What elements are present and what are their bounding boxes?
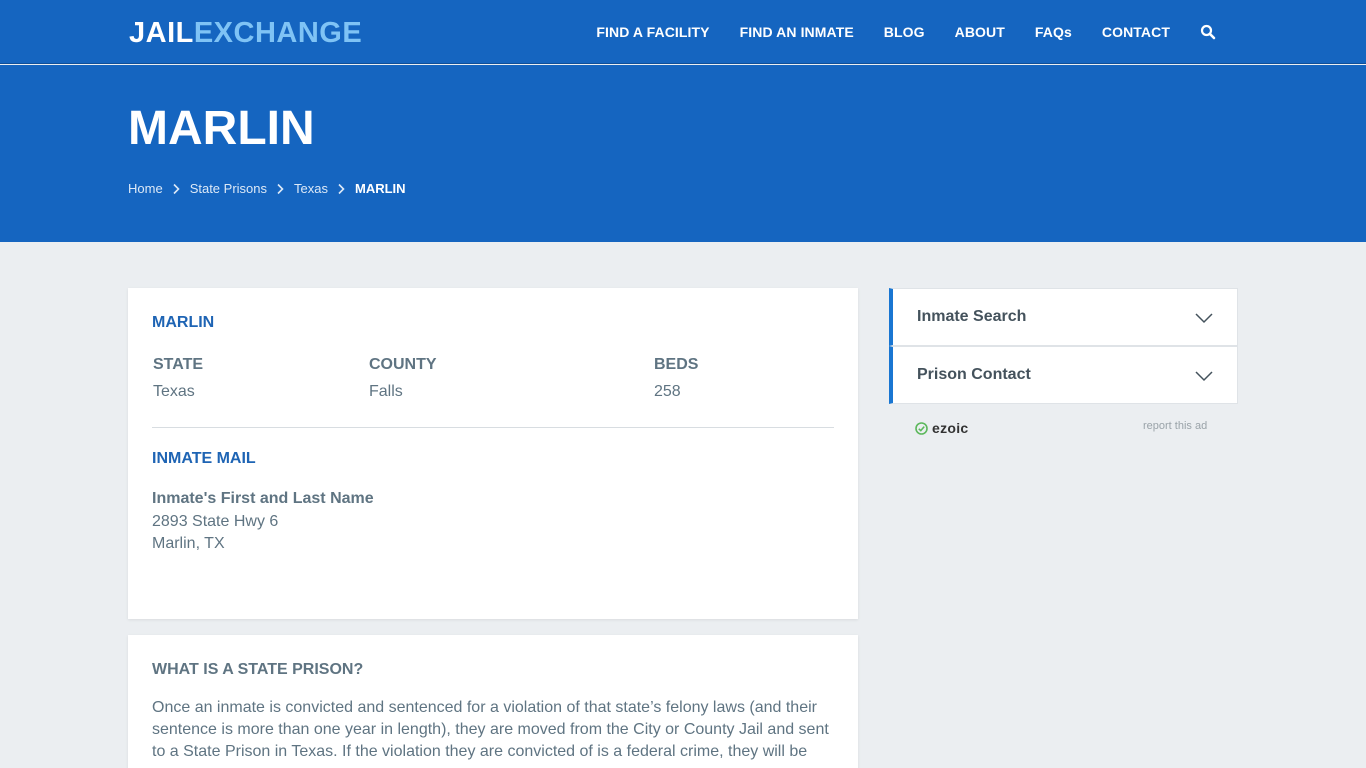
state-value: Texas	[153, 383, 195, 400]
page-hero: MARLIN Home State Prisons Texas MARLIN	[0, 65, 1366, 242]
menu-contact[interactable]: CONTACT	[1102, 24, 1170, 40]
menu-find-facility[interactable]: FIND A FACILITY	[596, 24, 709, 40]
state-prison-info-card: WHAT IS A STATE PRISON? Once an inmate i…	[128, 635, 858, 768]
ezoic-brand: ezoic	[932, 420, 969, 436]
info-body: Once an inmate is convicted and sentence…	[152, 699, 829, 760]
chevron-right-icon	[336, 183, 346, 195]
logo-text-jail: JAIL	[129, 17, 194, 49]
logo-text-exchange: EXCHANGE	[193, 17, 363, 49]
menu-blog[interactable]: BLOG	[884, 24, 925, 40]
chevron-down-icon	[1195, 311, 1213, 324]
chevron-down-icon	[1195, 369, 1213, 382]
search-icon[interactable]	[1200, 24, 1216, 40]
accordion-prison-contact[interactable]: Prison Contact	[889, 346, 1238, 404]
report-ad-link[interactable]: report this ad	[1143, 420, 1207, 432]
county-label: COUNTY	[369, 356, 437, 373]
chevron-right-icon	[275, 183, 285, 195]
accordion-inmate-search[interactable]: Inmate Search	[889, 288, 1238, 346]
facility-details-card: MARLIN STATE Texas COUNTY Falls BEDS 258…	[128, 288, 858, 619]
mail-recipient: Inmate's First and Last Name	[152, 490, 374, 507]
page-title: MARLIN	[128, 102, 315, 155]
ezoic-logo[interactable]: ezoic	[915, 420, 969, 436]
section-divider	[152, 427, 834, 428]
breadcrumb: Home State Prisons Texas MARLIN	[128, 181, 406, 196]
breadcrumb-texas[interactable]: Texas	[294, 181, 328, 196]
beds-value: 258	[654, 383, 681, 400]
mail-street: 2893 State Hwy 6	[152, 512, 279, 530]
state-label: STATE	[153, 356, 204, 373]
beds-label: BEDS	[654, 356, 699, 373]
top-navigation: JAILEXCHANGE FIND A FACILITY FIND AN INM…	[0, 0, 1366, 64]
breadcrumb-state-prisons[interactable]: State Prisons	[190, 181, 267, 196]
facility-name: MARLIN	[152, 314, 215, 331]
ezoic-check-icon	[915, 421, 928, 435]
breadcrumb-current: MARLIN	[354, 181, 406, 196]
menu-find-inmate[interactable]: FIND AN INMATE	[740, 24, 854, 40]
chevron-right-icon	[171, 183, 181, 195]
county-value: Falls	[369, 383, 403, 400]
mail-city: Marlin, TX	[152, 535, 225, 552]
menu-about[interactable]: ABOUT	[955, 24, 1005, 40]
main-menu: FIND A FACILITY FIND AN INMATE BLOG ABOU…	[566, 0, 1216, 64]
site-logo[interactable]: JAILEXCHANGE	[129, 17, 362, 49]
inmate-mail-heading: INMATE MAIL	[152, 450, 256, 467]
accordion-label: Prison Contact	[917, 366, 1031, 383]
info-heading: WHAT IS A STATE PRISON?	[152, 661, 364, 678]
mail-address: Inmate's First and Last Name 2893 State …	[152, 488, 374, 556]
menu-faqs[interactable]: FAQs	[1035, 24, 1072, 40]
breadcrumb-home[interactable]: Home	[128, 181, 163, 196]
accordion-label: Inmate Search	[917, 308, 1027, 325]
